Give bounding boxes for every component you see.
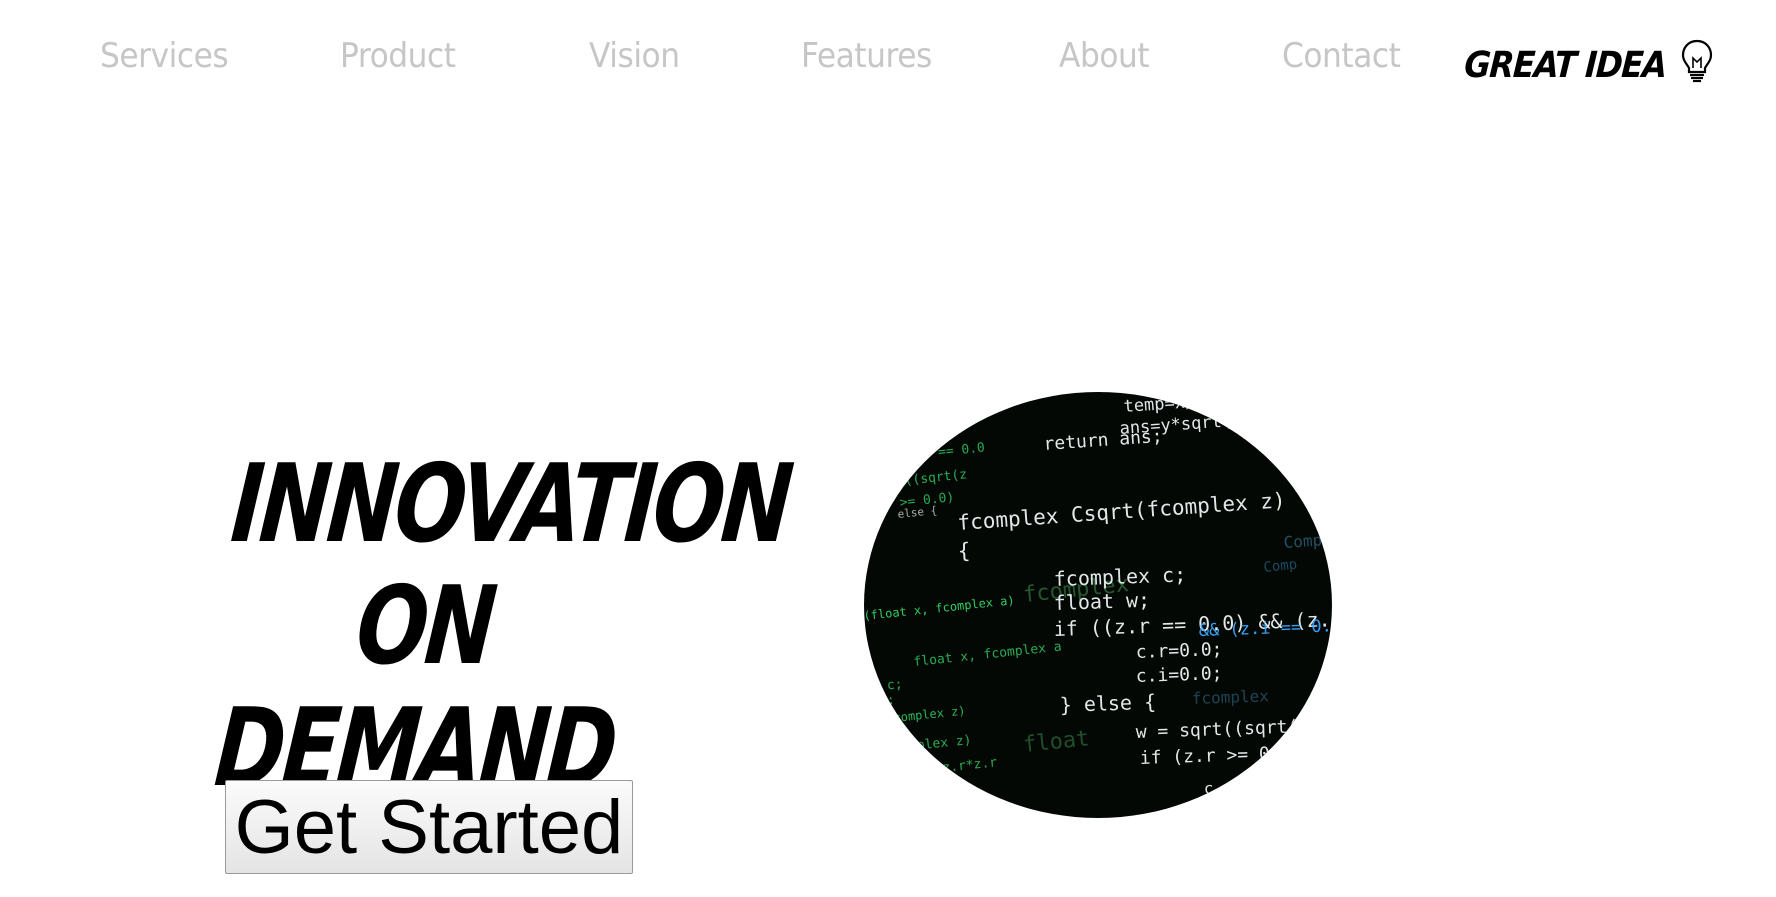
- code-green-fragment: sqrt((sqrt(z: [873, 467, 968, 492]
- code-blue-fragment: Comp: [1283, 530, 1323, 552]
- code-green-fragment: { (z.i == 0.0: [883, 440, 986, 466]
- code-image: (float x, fcomplex a) complex z) else {fco…: [864, 392, 1332, 818]
- lightbulb-icon: [1679, 38, 1715, 88]
- nav-contact-link[interactable]: Contact: [1282, 36, 1401, 76]
- code-line: float w;: [1053, 588, 1150, 615]
- code-bg-line: float: [1022, 726, 1090, 758]
- code-green-fragment: a.i;: [864, 708, 896, 726]
- code-green-fragment: complex z): [893, 733, 972, 756]
- code-blue-fragment: fcomplex: [1191, 686, 1269, 708]
- hero-title: INNOVATION ON DEMAND: [207, 442, 795, 811]
- nav-about-link[interactable]: About: [1059, 36, 1150, 76]
- hero-title-line: INNOVATION: [227, 442, 795, 568]
- get-started-button[interactable]: Get Started: [225, 780, 633, 874]
- nav-services-link[interactable]: Services: [100, 36, 229, 76]
- code-line: if (z.r >= 0.0){: [1139, 742, 1313, 769]
- code-green-fragment: float x, fcomplex a: [913, 640, 1062, 670]
- code-line: temp=x/y;: [1123, 392, 1216, 417]
- code-line: return ans;: [1043, 426, 1163, 455]
- nav-product-link[interactable]: Product: [340, 36, 456, 76]
- nav-features-link[interactable]: Features: [801, 36, 932, 76]
- logo-text: GREAT IDEA: [1463, 45, 1668, 86]
- code-bg-line: Comp: [1263, 557, 1298, 576]
- code-line: fcomplex Csqrt(fcomplex z): [957, 488, 1287, 535]
- code-line: w = sqrt((sqrt(z.r: [1135, 715, 1331, 743]
- code-bg-line: (float x, fcomplex a): [864, 593, 1015, 623]
- code-line: c.i=0.0;: [1135, 663, 1222, 687]
- code-line: } else {: [1059, 690, 1156, 717]
- code-image-canvas: (float x, fcomplex a)complex z)else {fco…: [864, 392, 1332, 798]
- code-line: c.r=0.0;: [1135, 639, 1222, 663]
- nav-vision-link[interactable]: Vision: [589, 36, 680, 76]
- code-bg-line: complex z): [893, 704, 966, 725]
- brand-logo[interactable]: GREAT IDEA: [1463, 38, 1715, 86]
- code-line: {: [957, 539, 970, 563]
- code-green-fragment: sqrt(z.r*z.r: [903, 755, 998, 780]
- code-green-fragment: a.r;: [864, 693, 896, 711]
- hero-title-line: ON: [351, 564, 499, 690]
- code-green-fragment: ex c;: [864, 677, 903, 696]
- code-line: c.r: [1203, 778, 1233, 798]
- code-line: fcomplex c;: [1053, 562, 1186, 591]
